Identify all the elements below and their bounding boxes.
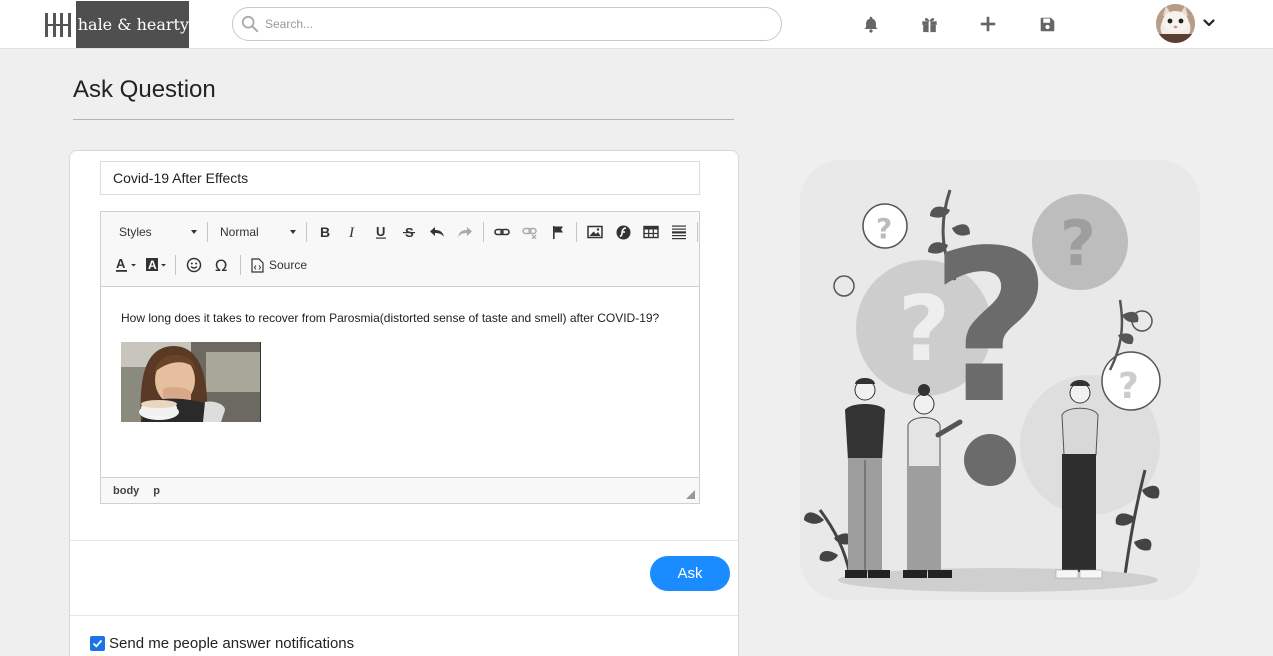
text-color-button[interactable]: A — [111, 253, 141, 277]
card-divider — [70, 615, 738, 616]
logo-mark-icon — [45, 12, 72, 37]
svg-text:Ω: Ω — [215, 257, 227, 273]
embedded-photo[interactable] — [121, 342, 261, 422]
bold-button[interactable]: B — [311, 220, 339, 244]
toolbar-separator — [207, 222, 208, 242]
page-title: Ask Question — [73, 76, 216, 103]
text-color-icon: A — [116, 257, 136, 272]
image-icon — [587, 225, 603, 239]
plus-icon[interactable] — [977, 13, 999, 35]
omega-icon: Ω — [215, 257, 227, 273]
editor-content[interactable]: How long does it takes to recover from P… — [101, 288, 699, 478]
underline-button[interactable]: U — [367, 220, 395, 244]
format-dropdown-label: Normal — [220, 225, 259, 239]
format-dropdown[interactable]: Normal — [212, 220, 302, 244]
italic-icon: I — [348, 225, 355, 239]
question-people-illustration: ? ? ? ? ? — [800, 160, 1200, 600]
svg-text:U: U — [376, 225, 385, 239]
link-button[interactable] — [488, 220, 516, 244]
path-element-body[interactable]: body — [113, 485, 139, 497]
bell-icon[interactable] — [860, 13, 882, 35]
svg-text:A: A — [148, 258, 157, 272]
notify-option[interactable]: Send me people answer notifications — [90, 635, 354, 652]
toolbar-separator — [483, 222, 484, 242]
search-input[interactable] — [265, 17, 745, 31]
undo-button[interactable] — [423, 220, 451, 244]
editor-path-bar: body p — [101, 477, 699, 503]
toolbar-separator — [697, 222, 698, 242]
svg-text:B: B — [320, 225, 330, 239]
notify-label: Send me people answer notifications — [109, 635, 355, 652]
strikethrough-button[interactable]: S — [395, 220, 423, 244]
toolbar-row-1: Styles Normal B I U — [111, 219, 702, 245]
redo-icon — [458, 227, 472, 237]
redo-button[interactable] — [451, 220, 479, 244]
source-button-label: Source — [269, 258, 308, 272]
svg-text:?: ? — [876, 212, 892, 245]
title-divider — [73, 119, 734, 120]
caret-down-icon — [191, 230, 197, 234]
underline-icon: U — [376, 225, 386, 239]
top-navbar: hale & hearty — [0, 0, 1273, 49]
styles-dropdown[interactable]: Styles — [111, 220, 203, 244]
rich-text-editor: Styles Normal B I U A A Ω Source How lon… — [100, 211, 700, 504]
source-icon — [251, 257, 264, 273]
site-logo[interactable]: hale & hearty — [41, 1, 189, 48]
flash-icon — [616, 225, 630, 239]
special-char-button[interactable]: Ω — [208, 253, 236, 277]
chevron-down-icon[interactable] — [1202, 16, 1216, 30]
search-icon — [241, 15, 259, 33]
unlink-button[interactable] — [516, 220, 544, 244]
background-color-icon: A — [146, 258, 166, 272]
ask-button[interactable]: Ask — [650, 556, 730, 591]
flag-icon — [553, 225, 563, 239]
image-button[interactable] — [581, 220, 609, 244]
card-divider — [70, 540, 738, 541]
horizontal-line-icon — [672, 225, 686, 240]
search-box — [232, 7, 782, 41]
svg-text:I: I — [348, 225, 355, 239]
strikethrough-icon: S — [403, 225, 415, 239]
toolbar-separator — [576, 222, 577, 242]
save-icon[interactable] — [1036, 13, 1058, 35]
avatar[interactable] — [1156, 4, 1195, 43]
toolbar-separator — [175, 255, 176, 275]
caret-down-icon — [290, 230, 296, 234]
emoji-button[interactable] — [180, 253, 208, 277]
toolbar-separator — [240, 255, 241, 275]
svg-text:A: A — [116, 257, 126, 271]
cat-avatar-image — [1156, 4, 1195, 43]
source-button[interactable]: Source — [245, 253, 313, 277]
editor-toolbar: Styles Normal B I U A A Ω Source — [101, 212, 699, 287]
styles-dropdown-label: Styles — [119, 225, 152, 239]
toolbar-row-2: A A Ω Source — [111, 252, 313, 278]
question-body-text: How long does it takes to recover from P… — [121, 311, 660, 325]
link-icon — [494, 228, 510, 236]
question-title-input[interactable] — [100, 161, 700, 195]
table-button[interactable] — [637, 220, 665, 244]
flash-button[interactable] — [609, 220, 637, 244]
smiley-icon — [186, 257, 202, 273]
anchor-button[interactable] — [544, 220, 572, 244]
path-element-p[interactable]: p — [153, 485, 160, 497]
notify-checkbox[interactable] — [90, 636, 105, 651]
checkmark-icon — [92, 639, 103, 648]
toolbar-separator — [306, 222, 307, 242]
horizontal-rule-button[interactable] — [665, 220, 693, 244]
bold-icon: B — [320, 225, 330, 239]
undo-icon — [430, 227, 444, 237]
svg-text:?: ? — [1060, 207, 1096, 280]
table-icon — [643, 225, 659, 239]
svg-text:?: ? — [930, 205, 1052, 450]
woman-drinking-coffee-image — [121, 342, 260, 422]
svg-text:?: ? — [1118, 366, 1139, 407]
background-color-button[interactable]: A — [141, 253, 171, 277]
unlink-icon — [522, 227, 537, 239]
resize-handle-icon[interactable] — [686, 490, 695, 499]
gift-icon[interactable] — [918, 13, 940, 35]
brand-name: hale & hearty — [77, 15, 189, 34]
italic-button[interactable]: I — [339, 220, 367, 244]
ask-question-card: Styles Normal B I U — [69, 150, 739, 656]
logo-mark — [41, 1, 76, 48]
